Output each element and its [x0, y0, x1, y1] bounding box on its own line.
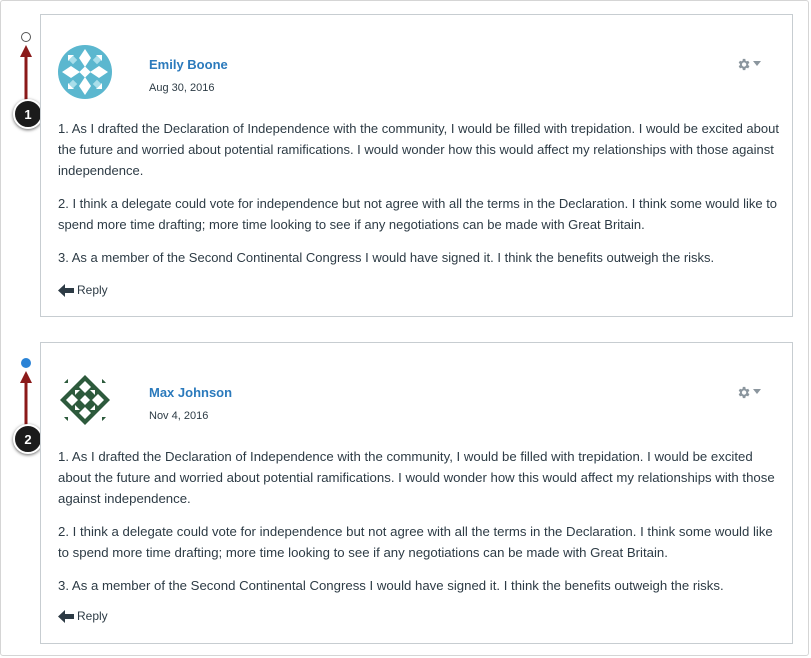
read-indicator[interactable]	[21, 32, 31, 42]
gear-icon	[738, 386, 750, 398]
entry-message: 1. As I drafted the Declaration of Indep…	[58, 118, 780, 280]
caret-down-icon	[753, 389, 761, 394]
reply-arrow-icon	[58, 283, 74, 297]
annotation-arrow	[20, 45, 32, 101]
message-paragraph: 1. As I drafted the Declaration of Indep…	[58, 121, 779, 178]
caret-down-icon	[753, 61, 761, 66]
entry-message: 1. As I drafted the Declaration of Indep…	[58, 446, 780, 608]
author-name-link[interactable]: Emily Boone	[149, 57, 228, 72]
gear-icon	[738, 58, 750, 70]
reply-label: Reply	[77, 609, 108, 623]
message-paragraph: 1. As I drafted the Declaration of Indep…	[58, 449, 775, 506]
message-paragraph: 2. I think a delegate could vote for ind…	[58, 196, 778, 232]
discussion-entry: Emily Boone Aug 30, 2016 1. As I drafted…	[40, 14, 793, 317]
reply-label: Reply	[77, 283, 108, 297]
entry-settings-menu[interactable]	[736, 55, 766, 73]
post-date: Aug 30, 2016	[149, 82, 215, 94]
reply-arrow-icon	[58, 609, 74, 623]
entry-settings-menu[interactable]	[736, 383, 766, 401]
post-date: Nov 4, 2016	[149, 410, 209, 422]
reply-button[interactable]: Reply	[58, 609, 108, 623]
message-paragraph: 2. I think a delegate could vote for ind…	[58, 524, 773, 560]
author-name-link[interactable]: Max Johnson	[149, 385, 232, 400]
annotation-arrow	[20, 371, 32, 427]
step-badge-1: 1	[13, 99, 43, 129]
step-badge-2: 2	[13, 424, 43, 454]
reply-button[interactable]: Reply	[58, 283, 108, 297]
message-paragraph: 3. As a member of the Second Continental…	[58, 578, 724, 593]
unread-indicator[interactable]	[21, 358, 31, 368]
discussion-entry: Max Johnson Nov 4, 2016 1. As I drafted …	[40, 342, 793, 644]
avatar[interactable]	[58, 45, 112, 99]
avatar[interactable]	[58, 373, 112, 427]
message-paragraph: 3. As a member of the Second Continental…	[58, 250, 715, 265]
